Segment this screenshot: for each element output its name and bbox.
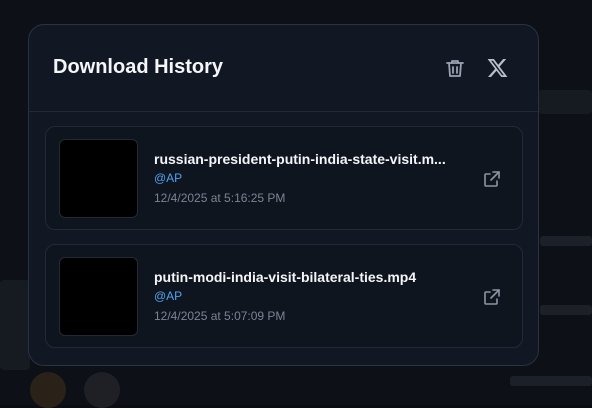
video-thumbnail — [59, 139, 138, 218]
modal-title: Download History — [53, 56, 224, 78]
download-timestamp: 12/4/2025 at 5:07:09 PM — [154, 309, 286, 323]
clear-history-button[interactable] — [443, 56, 467, 80]
download-filename: russian-president-putin-india-state-visi… — [154, 151, 446, 167]
open-download-button[interactable] — [482, 287, 502, 307]
background-button — [538, 90, 592, 114]
external-link-icon — [484, 289, 500, 305]
download-history-modal: Download History russian-president-putin… — [28, 24, 539, 366]
download-item[interactable]: putin-modi-india-visit-bilateral-ties.mp… — [45, 244, 523, 348]
background-text-line — [540, 305, 592, 315]
background-text-line — [540, 236, 592, 246]
x-close-icon — [487, 59, 508, 77]
open-download-button[interactable] — [482, 169, 502, 189]
modal-header: Download History — [29, 25, 538, 112]
download-filename: putin-modi-india-visit-bilateral-ties.mp… — [154, 269, 417, 285]
background-avatar — [30, 372, 66, 408]
external-link-icon — [484, 171, 500, 187]
background-text-line — [510, 376, 592, 386]
download-item[interactable]: russian-president-putin-india-state-visi… — [45, 126, 523, 230]
background-avatar — [84, 372, 120, 408]
download-list: russian-president-putin-india-state-visi… — [45, 126, 523, 362]
trash-icon — [446, 60, 464, 77]
video-thumbnail — [59, 257, 138, 336]
close-modal-button[interactable] — [485, 56, 509, 80]
download-timestamp: 12/4/2025 at 5:16:25 PM — [154, 191, 286, 205]
download-source[interactable]: @AP — [154, 289, 182, 303]
background-panel — [0, 280, 30, 370]
download-source[interactable]: @AP — [154, 171, 182, 185]
